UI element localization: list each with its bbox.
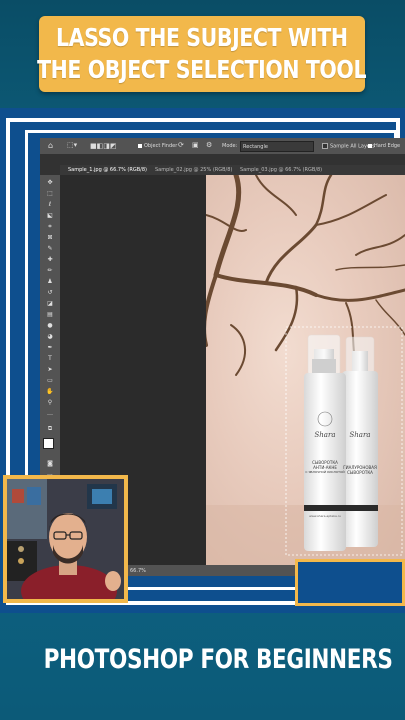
title-line-1: LASSO THE SUBJECT WITH xyxy=(56,23,348,52)
dodge-tool-icon[interactable]: ◕ xyxy=(46,333,54,340)
lasso-tool-icon[interactable]: ℓ xyxy=(46,201,54,208)
frame-tool-icon[interactable]: ⊠ xyxy=(46,234,54,241)
footer-title: PHOTOSHOP FOR BEGINNERS xyxy=(43,644,393,675)
quick-mask-icon[interactable]: ◙ xyxy=(46,460,54,467)
type-tool-icon[interactable]: T xyxy=(46,355,54,362)
photo-scene xyxy=(206,175,405,565)
refresh-icon[interactable]: ⟳ xyxy=(178,141,184,149)
gear-icon[interactable]: ⚙ xyxy=(206,141,212,149)
brand-label-back: Shara xyxy=(349,431,371,439)
title-banner: LASSO THE SUBJECT WITH THE OBJECT SELECT… xyxy=(37,16,367,92)
mode-label: Mode: xyxy=(222,143,238,149)
presenter-image xyxy=(7,479,124,599)
webcam-feed xyxy=(7,479,124,599)
mode-select[interactable]: Rectangle xyxy=(240,141,314,152)
pen-tool-icon[interactable]: ✒ xyxy=(46,344,54,351)
crop-tool-icon[interactable]: ⌗ xyxy=(46,223,54,230)
clone-stamp-icon[interactable]: ♟ xyxy=(46,278,54,285)
brand-label-front: Shara xyxy=(314,431,336,439)
product-photo[interactable]: Shara СЫВОРОТКА АНТИ-АКНЕ С ЯБЛОЧНОЙ КИС… xyxy=(206,175,405,565)
zoom-readout: 66.7% xyxy=(130,568,146,574)
gradient-tool-icon[interactable]: ▤ xyxy=(46,311,54,318)
path-selection-icon[interactable]: ➤ xyxy=(46,366,54,373)
zoom-tool-icon[interactable]: ⚲ xyxy=(46,399,54,406)
object-selection-tool-icon[interactable]: ⬕ xyxy=(46,212,54,219)
webcam-overlay xyxy=(3,475,128,603)
bottle-back xyxy=(342,336,378,547)
object-finder-checkbox[interactable]: Object Finder xyxy=(138,143,177,149)
title-line-2: THE OBJECT SELECTION TOOL xyxy=(37,55,367,84)
rectangle-tool-icon[interactable]: ▭ xyxy=(46,377,54,384)
marquee-tool-icon[interactable]: ⬚ xyxy=(46,190,54,197)
overlay-icon[interactable]: ▣ xyxy=(192,141,199,149)
sample-all-layers-checkbox[interactable]: Sample All Layers xyxy=(322,143,375,150)
edit-toolbar-icon[interactable]: ⧉ xyxy=(46,425,54,432)
blur-tool-icon[interactable]: ● xyxy=(46,322,54,329)
tab-sample-2[interactable]: Sample_02.jpg @ 25% (RGB/8) xyxy=(155,167,232,173)
bottle-front-text: СЫВОРОТКА АНТИ-АКНЕ С ЯБЛОЧНОЙ КИСЛОТОЙ xyxy=(305,460,345,474)
eraser-tool-icon[interactable]: ◪ xyxy=(46,300,54,307)
corner-decoration xyxy=(295,559,405,606)
foreground-color-swatch[interactable] xyxy=(43,438,54,449)
document-tabs: Sample_1.jpg @ 66.7% (RGB/8) Sample_02.j… xyxy=(60,165,405,175)
healing-brush-icon[interactable]: ✚ xyxy=(46,256,54,263)
brush-tool-icon[interactable]: ✏ xyxy=(46,267,54,274)
more-tools-icon[interactable]: … xyxy=(46,410,54,417)
selection-mode-icons[interactable]: ■◧◨◩ xyxy=(90,142,116,150)
move-tool-icon[interactable]: ✥ xyxy=(46,179,54,186)
object-selection-tool-icon[interactable]: ⬚▾ xyxy=(67,141,77,149)
history-brush-icon[interactable]: ↺ xyxy=(46,289,54,296)
tab-sample-3[interactable]: Sample_03.jpg @ 66.7% (RGB/8) xyxy=(240,167,322,173)
home-icon[interactable]: ⌂ xyxy=(48,141,53,150)
branches xyxy=(206,175,405,376)
options-bar: ⌂ ⬚▾ ■◧◨◩ Object Finder ⟳ ▣ ⚙ Mode: Rect… xyxy=(40,138,405,154)
tab-sample-1[interactable]: Sample_1.jpg @ 66.7% (RGB/8) xyxy=(68,167,147,173)
bottle-front xyxy=(304,334,346,551)
hand-tool-icon[interactable]: ✋ xyxy=(46,388,54,395)
eyedropper-tool-icon[interactable]: ✎ xyxy=(46,245,54,252)
hard-edge-checkbox[interactable]: Hard Edge xyxy=(368,143,400,149)
url-label-front: www.shara-apteka.ru xyxy=(309,514,341,518)
bottle-back-text: ГИАЛУРОНОВАЯ СЫВОРОТКА xyxy=(343,465,377,475)
